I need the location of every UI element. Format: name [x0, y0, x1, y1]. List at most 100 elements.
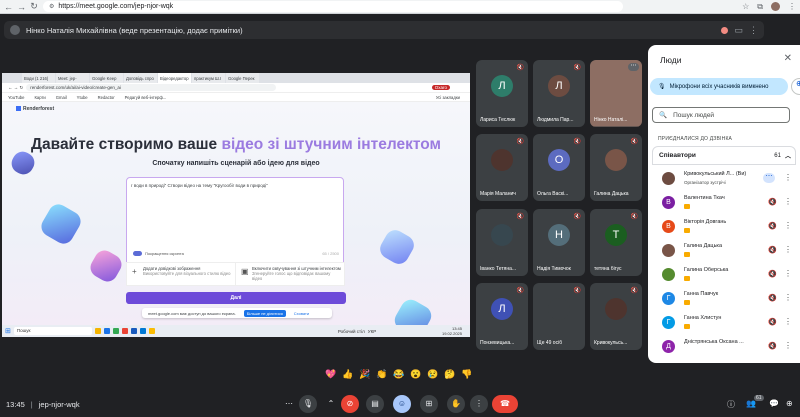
presentation-more-icon[interactable]: ⋮	[749, 25, 758, 36]
participant-tile[interactable]: Н 🔇 Надія Тимочок	[533, 209, 585, 276]
taskbar-app-icon	[121, 328, 128, 334]
reaction-party[interactable]: 🎉	[359, 369, 370, 380]
shared-bookmark: Карти	[34, 94, 46, 100]
present-button[interactable]: ⊞	[420, 395, 438, 413]
participant-tile[interactable]: 🔇 Іванко Тетяна...	[476, 209, 528, 276]
extension-icon[interactable]: ⧉	[757, 2, 763, 12]
mic-off-icon[interactable]: 🔇	[768, 270, 777, 278]
shared-tabbar: Води (1 216) Meet: jep- Google Keep Допо…	[2, 73, 470, 83]
reload-icon[interactable]: ↻	[30, 1, 38, 12]
raise-hand-button[interactable]: ✋	[447, 395, 465, 413]
reaction-heart[interactable]: 💖	[325, 369, 336, 380]
mic-off-icon: 🔇	[573, 288, 581, 294]
mic-off-icon: 🔇	[516, 139, 524, 145]
participant-tile[interactable]: Л 🔇 Лариса Теслюк	[476, 60, 528, 127]
stop-sharing-button: Більше не ділитися	[243, 309, 286, 317]
mic-off-icon[interactable]: 🔇	[768, 222, 777, 230]
people-count: 61	[754, 395, 764, 401]
reaction-thumbs-up[interactable]: 👍	[342, 369, 353, 380]
layout-icon[interactable]: ▭	[734, 25, 743, 36]
participant-tile[interactable]: 🔇 Ще 49 осіб	[533, 283, 585, 350]
camera-off-button[interactable]: ⊘	[341, 395, 359, 413]
more-vert-icon[interactable]: ⋮	[784, 341, 792, 350]
more-vert-icon[interactable]: ⋮	[784, 173, 792, 182]
emoji-button[interactable]: ☺	[393, 395, 411, 413]
participant-name: Надія Тимочок	[537, 266, 571, 272]
more-vert-icon[interactable]: ⋮	[784, 221, 792, 230]
browser-menu-icon[interactable]: ⋮	[788, 2, 796, 11]
captions-button[interactable]: ▤	[366, 395, 384, 413]
reaction-thumbs-down[interactable]: 👎	[461, 369, 472, 380]
person-avatar: Г	[662, 316, 675, 329]
person-row[interactable]: В Вікторія Довгань 🔇 ⋮	[652, 215, 796, 239]
person-row[interactable]: Г Ганна Хлистун 🔇 ⋮	[652, 311, 796, 335]
shared-taskbar: ⊞ Пошук Робочий стіл УКР 13:45 19.02.2025	[2, 325, 470, 337]
people-icon[interactable]: 👥 61	[746, 395, 764, 408]
info-icon[interactable]: ⓘ	[727, 399, 735, 410]
participant-tile[interactable]: Л 🔇 Людмила Пар...	[533, 60, 585, 127]
shared-bookmarks: YouTube Карти Gmail Ytube Redactor Редаг…	[2, 93, 470, 102]
participant-name: тетяна бігус	[594, 266, 622, 272]
mic-off-icon[interactable]: 🔇	[768, 342, 777, 350]
mute-all-button[interactable]: 🎙 Мікрофони всіх учасників вимкнено	[650, 78, 788, 95]
back-icon[interactable]: ←	[4, 2, 13, 12]
person-row[interactable]: Кривокульський Л... (Ви) Організатор зуст…	[652, 167, 796, 191]
more-vert-icon[interactable]: ⋮	[784, 197, 792, 206]
participant-tile[interactable]: Т 🔇 тетяна бігус	[590, 209, 642, 276]
shared-bookmark: Усі закладки	[435, 94, 460, 100]
search-placeholder: Пошук людей	[673, 111, 715, 119]
reaction-thinking[interactable]: 🤔	[444, 369, 455, 380]
participant-name: Кривокульсь...	[594, 340, 628, 346]
add-people-button[interactable]: ⊕	[791, 78, 800, 95]
address-bar[interactable]: ⚙ https://meet.google.com/jep-njor-wqk	[43, 1, 623, 12]
mic-button[interactable]: 🎙	[299, 395, 317, 413]
reaction-clap[interactable]: 👏	[376, 369, 387, 380]
leave-call-button[interactable]: ☎	[492, 395, 518, 413]
more-vert-icon[interactable]: ⋮	[784, 245, 792, 254]
close-icon[interactable]: ✕	[784, 53, 792, 64]
participant-tile[interactable]: ⋯ Нінко Наталі...	[590, 60, 642, 127]
mic-off-icon[interactable]: 🔇	[768, 294, 777, 302]
more-vert-icon[interactable]: ⋮	[784, 317, 792, 326]
more-actions-icon[interactable]: ⋯	[763, 173, 775, 183]
participant-tile[interactable]: О 🔇 Ольга Васкі...	[533, 134, 585, 201]
participant-tile[interactable]: 🔇 Марія Маланич	[476, 134, 528, 201]
person-row[interactable]: Галина Оберська 🔇 ⋮	[652, 263, 796, 287]
participant-name: Понзевицька...	[480, 340, 515, 346]
more-audio-icon[interactable]: ⋯	[280, 395, 298, 413]
participant-avatar	[491, 149, 513, 171]
shared-profile: Oxaro	[431, 85, 450, 90]
participant-tile[interactable]: 🔇 Галина Дацька	[590, 134, 642, 201]
person-row[interactable]: В Валентина Ткач 🔇 ⋮	[652, 191, 796, 215]
activities-icon[interactable]: ⊕	[786, 399, 793, 408]
chat-icon[interactable]: 💬	[769, 399, 779, 408]
person-row[interactable]: Д Дністрянська Оксана ... 🔇 ⋮	[652, 335, 796, 359]
reaction-laugh[interactable]: 😂	[393, 369, 404, 380]
mic-off-icon[interactable]: 🔇	[768, 246, 777, 254]
mic-off-icon[interactable]: 🔇	[768, 318, 777, 326]
person-name: Вікторія Довгань	[684, 219, 727, 225]
more-vert-icon[interactable]: ⋮	[784, 293, 792, 302]
mic-off-icon: 🔇	[573, 65, 581, 71]
person-row[interactable]: Галина Дацька 🔇 ⋮	[652, 239, 796, 263]
site-info-icon[interactable]: ⚙	[49, 3, 54, 10]
page-subhead: Спочатку напишіть сценарій або ідею для …	[152, 160, 320, 167]
chevron-up-icon[interactable]: ⌃	[322, 395, 340, 413]
participant-tile[interactable]: Л 🔇 Понзевицька...	[476, 283, 528, 350]
reaction-surprised[interactable]: 😮	[410, 369, 421, 380]
taskbar-date: 19.02.2025	[441, 331, 462, 336]
more-options-button[interactable]: ⋮	[470, 395, 488, 413]
more-vert-icon[interactable]: ⋮	[784, 269, 792, 278]
tile-more-icon[interactable]: ⋯	[628, 63, 639, 71]
participant-name: Галина Дацька	[594, 191, 629, 197]
reaction-sad[interactable]: 😢	[427, 369, 438, 380]
mic-off-icon[interactable]: 🔇	[768, 198, 777, 206]
participant-avatar: Т	[605, 224, 627, 246]
participant-tile[interactable]: 🔇 Кривокульсь...	[590, 283, 642, 350]
contributors-group[interactable]: Співавтори 61 ︿	[652, 146, 796, 165]
profile-avatar[interactable]	[771, 2, 780, 11]
forward-icon[interactable]: →	[17, 2, 26, 12]
people-search-input[interactable]: 🔍 Пошук людей	[652, 107, 790, 123]
bookmark-star-icon[interactable]: ☆	[742, 2, 749, 11]
person-row[interactable]: Г Ганна Павчук 🔇 ⋮	[652, 287, 796, 311]
